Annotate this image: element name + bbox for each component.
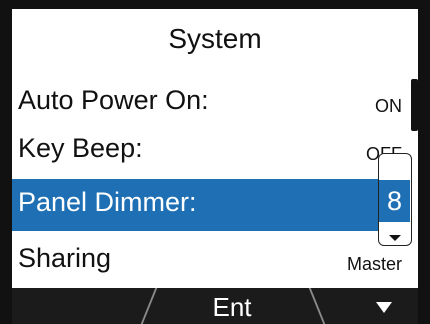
spinner-down-arrow-icon[interactable] <box>389 235 401 241</box>
setting-label: Sharing <box>18 243 112 273</box>
dimmer-value-spinner[interactable]: 8 <box>378 153 412 246</box>
softkey-down[interactable] <box>324 288 418 324</box>
setting-row-sharing[interactable]: Sharing Master <box>12 235 412 287</box>
softkey-bar: Ent <box>12 288 418 324</box>
down-triangle-icon <box>376 302 392 313</box>
setting-row-panel-dimmer[interactable]: Panel Dimmer: <box>12 179 412 231</box>
setting-row-auto-power-on[interactable]: Auto Power On: ON <box>12 77 412 129</box>
setting-value: ON <box>375 96 402 116</box>
softkey-enter-label: Ent <box>212 292 252 322</box>
scrollbar-thumb[interactable] <box>411 79 418 131</box>
spinner-value: 8 <box>379 180 410 222</box>
page-title: System <box>168 23 262 54</box>
setting-label: Panel Dimmer: <box>18 187 197 217</box>
setting-label: Auto Power On: <box>18 85 209 115</box>
system-menu-panel: System Auto Power On: ON Key Beep: OFF P… <box>12 9 418 288</box>
setting-label: Key Beep: <box>18 133 143 163</box>
setting-value: Master <box>346 254 402 274</box>
device-screen: System Auto Power On: ON Key Beep: OFF P… <box>0 0 430 324</box>
setting-row-key-beep[interactable]: Key Beep: OFF <box>12 125 412 177</box>
softkey-enter[interactable]: Ent <box>152 288 312 324</box>
softkey-left[interactable] <box>12 288 142 324</box>
